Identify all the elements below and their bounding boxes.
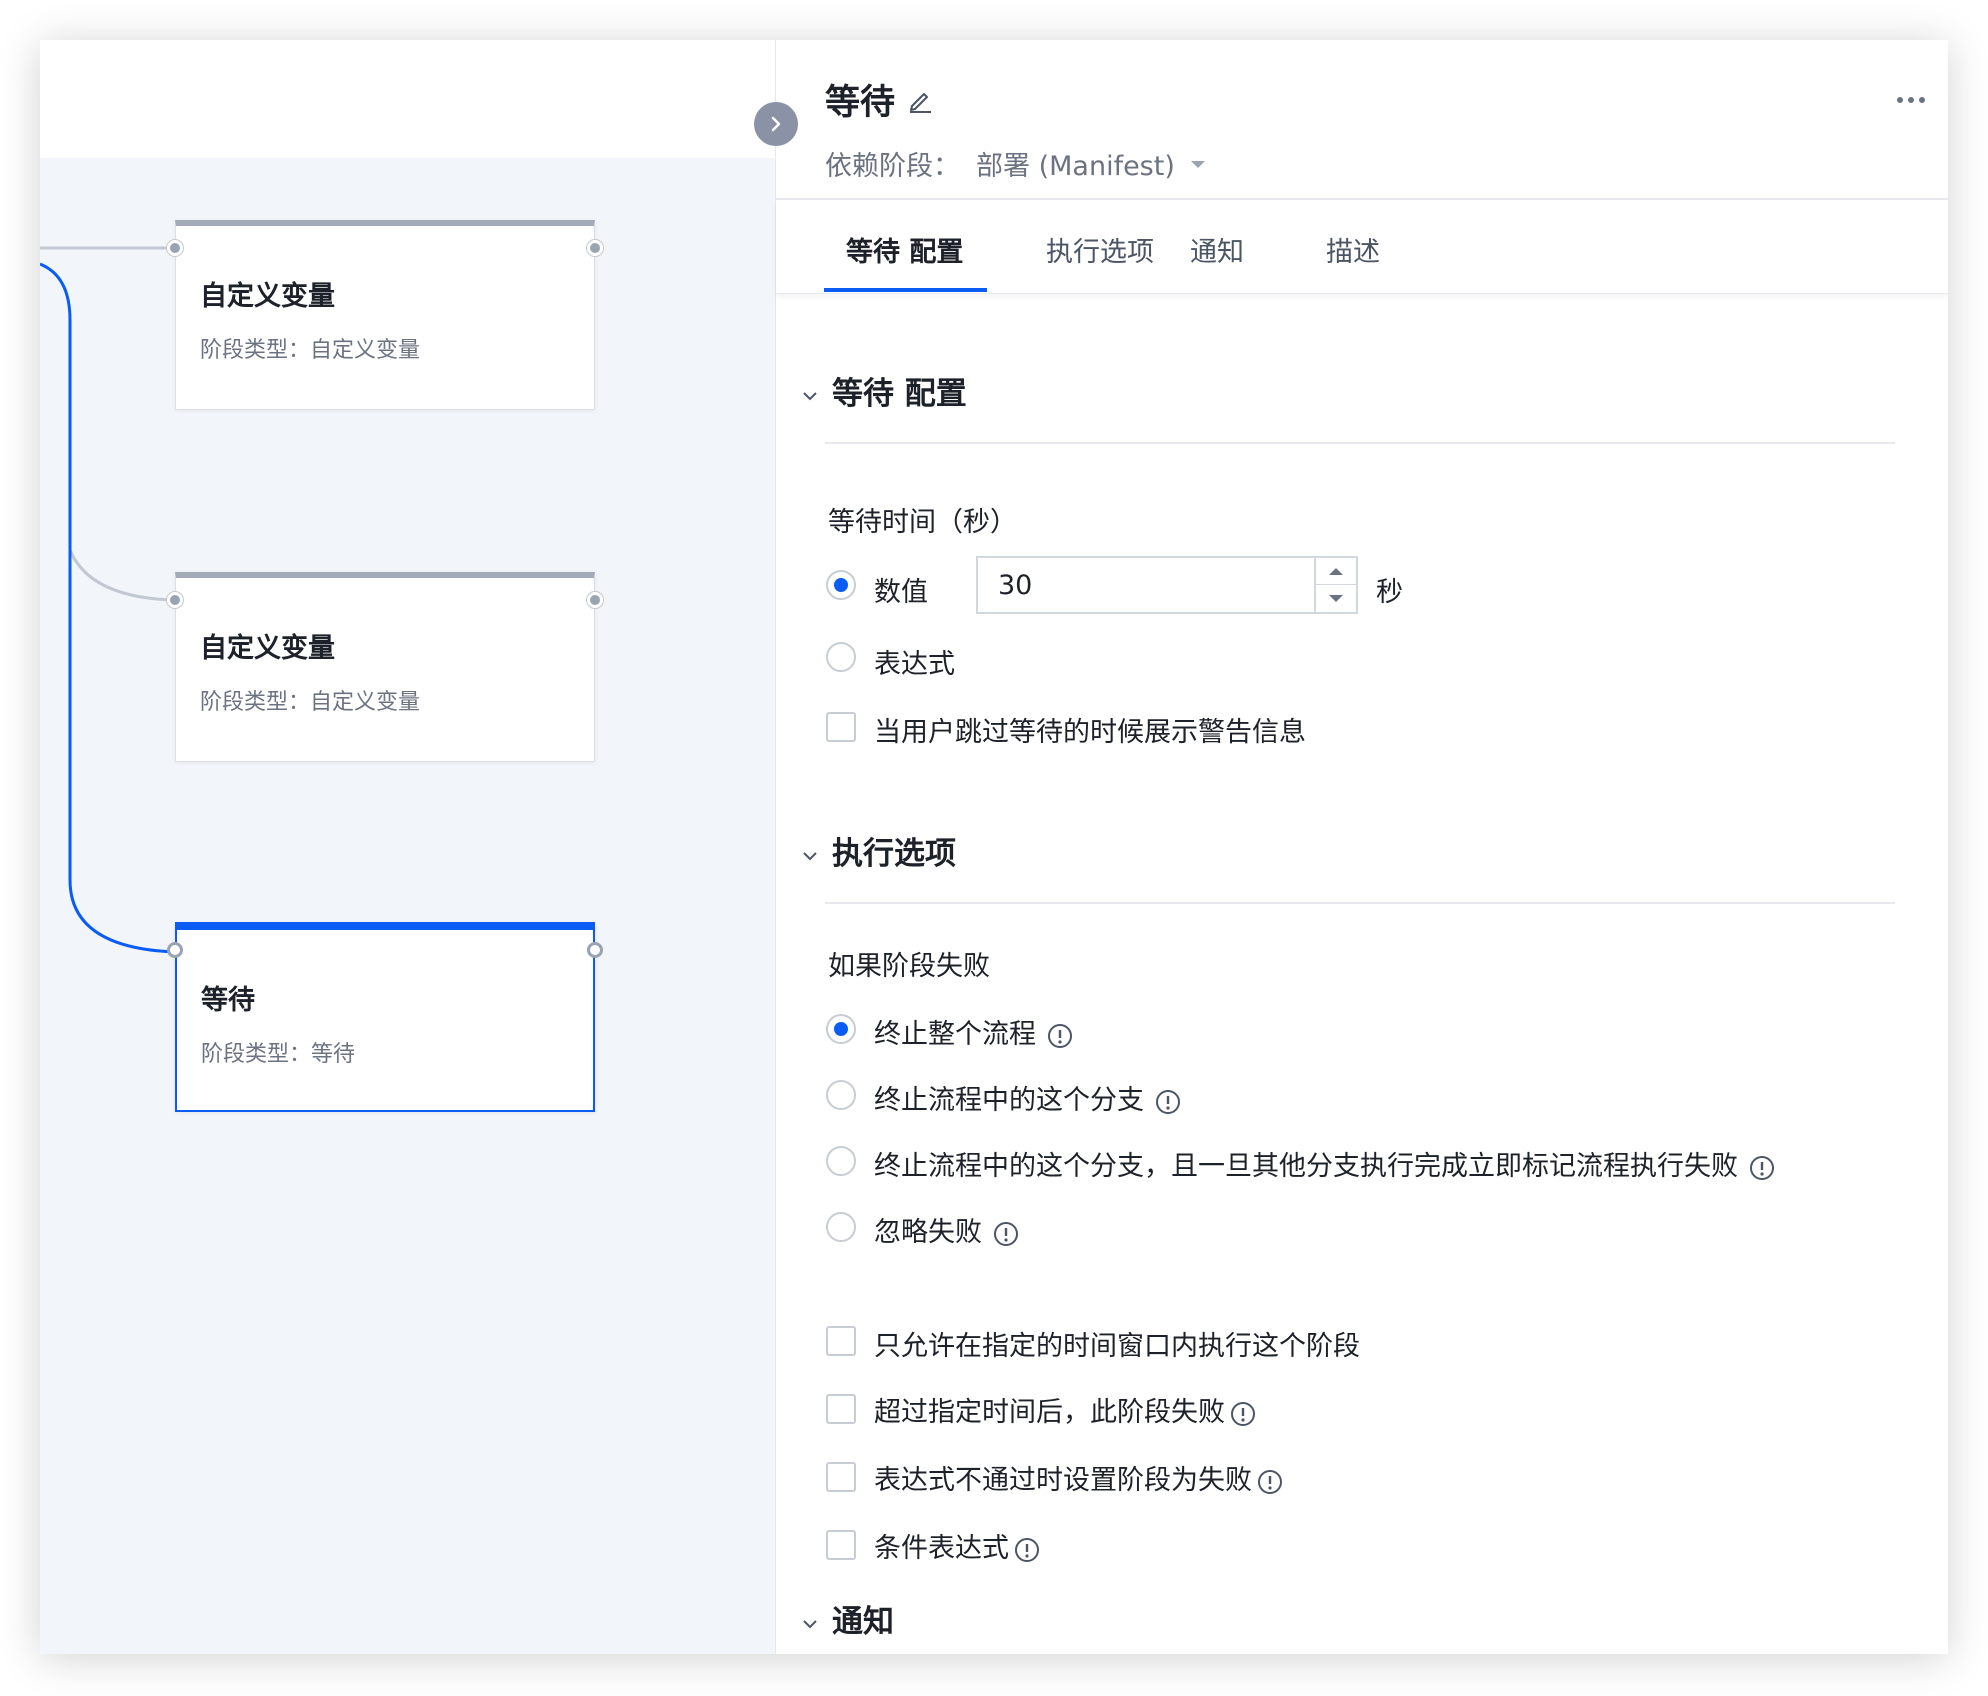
chevron-down-icon	[803, 1619, 817, 1628]
radio-number[interactable]	[826, 570, 856, 600]
info-icon[interactable]	[1229, 1400, 1257, 1428]
node-type: 阶段类型：自定义变量	[200, 684, 420, 716]
dependency-label: 依赖阶段：	[825, 151, 960, 182]
stage-node-wait[interactable]: 等待 阶段类型：等待	[167, 922, 603, 1112]
radio-expression-label: 表达式	[874, 649, 955, 680]
more-options-icon[interactable]	[1896, 94, 1926, 106]
node-type: 阶段类型：等待	[201, 1036, 355, 1068]
stage-node-custom-variable-2[interactable]: 自定义变量 阶段类型：自定义变量	[167, 572, 603, 762]
section-title: 通知	[832, 1604, 894, 1640]
output-port[interactable]	[587, 592, 603, 608]
input-port[interactable]	[167, 240, 183, 256]
radio-number-label: 数值	[874, 577, 928, 608]
section-divider	[825, 902, 1895, 904]
node-title: 自定义变量	[200, 633, 335, 664]
expression-fail-label: 表达式不通过时设置阶段为失败	[874, 1465, 1252, 1496]
timeout-option: 超过指定时间后，此阶段失败	[874, 1390, 1257, 1429]
wait-unit: 秒	[1376, 577, 1403, 608]
condition-expression-option: 条件表达式	[874, 1526, 1041, 1565]
input-port[interactable]	[167, 592, 183, 608]
node-type-label: 阶段类型：	[201, 1042, 312, 1067]
caret-up-icon	[1329, 568, 1343, 575]
condition-expression-checkbox[interactable]	[826, 1530, 856, 1560]
tab-description[interactable]: 描述	[1326, 230, 1380, 269]
skip-warning-checkbox[interactable]	[826, 712, 856, 742]
number-stepper	[1314, 558, 1356, 612]
caret-down-icon[interactable]	[1190, 160, 1206, 170]
node-type-value: 等待	[311, 1042, 356, 1067]
fail-option-label: 终止流程中的这个分支	[874, 1085, 1144, 1116]
step-down-button[interactable]	[1316, 585, 1356, 612]
node-title: 等待	[201, 985, 255, 1016]
stage-config-panel: 等待 依赖阶段： 部署 (Manifest) 等待 配置 执行选项 通知 描述	[775, 40, 1948, 1654]
timeout-checkbox[interactable]	[826, 1394, 856, 1424]
info-icon[interactable]	[1748, 1154, 1776, 1182]
fail-option: 终止流程中的这个分支	[874, 1078, 1182, 1117]
collapse-panel-button[interactable]	[754, 102, 798, 146]
info-icon[interactable]	[1046, 1022, 1074, 1050]
active-tab-indicator	[824, 288, 987, 292]
node-type-label: 阶段类型：	[200, 690, 311, 715]
radio-fail-branch[interactable]	[826, 1080, 856, 1110]
edit-pencil-icon[interactable]	[906, 86, 934, 114]
tab-exec-options[interactable]: 执行选项	[1046, 230, 1154, 269]
radio-ignore-failure[interactable]	[826, 1212, 856, 1242]
node-type: 阶段类型：自定义变量	[200, 332, 420, 364]
expression-fail-checkbox[interactable]	[826, 1462, 856, 1492]
output-port[interactable]	[587, 942, 603, 958]
time-window-checkbox[interactable]	[826, 1326, 856, 1356]
stage-title: 等待	[825, 83, 896, 123]
edge-to-node-2	[68, 549, 176, 602]
fail-option-label: 终止整个流程	[874, 1019, 1036, 1050]
section-title: 执行选项	[832, 836, 956, 872]
node-type-value: 自定义变量	[310, 338, 421, 363]
stage-node-custom-variable-1[interactable]: 自定义变量 阶段类型：自定义变量	[167, 220, 603, 410]
radio-fail-pipeline[interactable]	[826, 1014, 856, 1044]
fail-option-label: 终止流程中的这个分支，且一旦其他分支执行完成立即标记流程执行失败	[874, 1151, 1738, 1182]
info-icon[interactable]	[1013, 1536, 1041, 1564]
fail-option-label: 忽略失败	[874, 1217, 982, 1248]
section-title: 等待 配置	[832, 376, 967, 412]
expression-fail-option: 表达式不通过时设置阶段为失败	[874, 1458, 1284, 1497]
wait-seconds-field[interactable]	[978, 558, 1312, 612]
node-title: 自定义变量	[200, 281, 335, 312]
info-icon[interactable]	[992, 1220, 1020, 1248]
wait-time-label: 等待时间（秒）	[828, 507, 1017, 538]
app-window: 自定义变量 阶段类型：自定义变量 自定义变量 阶段类型：自定义变量 等待 阶段类…	[40, 40, 1948, 1654]
chevron-down-icon	[803, 851, 817, 860]
info-icon[interactable]	[1154, 1088, 1182, 1116]
radio-expression[interactable]	[826, 642, 856, 672]
wait-seconds-input[interactable]	[976, 556, 1358, 614]
tab-notify[interactable]: 通知	[1190, 230, 1244, 269]
caret-down-icon	[1329, 594, 1343, 602]
radio-fail-branch-mark[interactable]	[826, 1146, 856, 1176]
node-type-value: 自定义变量	[310, 690, 421, 715]
section-exec-options[interactable]: 执行选项	[798, 828, 956, 873]
dependency-select[interactable]: 部署 (Manifest)	[976, 144, 1175, 183]
info-icon[interactable]	[1256, 1468, 1284, 1496]
condition-expression-label: 条件表达式	[874, 1533, 1009, 1564]
time-window-label: 只允许在指定的时间窗口内执行这个阶段	[874, 1331, 1360, 1362]
timeout-label: 超过指定时间后，此阶段失败	[874, 1397, 1225, 1428]
input-port[interactable]	[167, 942, 183, 958]
chevron-right-icon	[771, 116, 781, 132]
fail-option: 忽略失败	[874, 1210, 1020, 1249]
chevron-down-icon	[803, 391, 817, 400]
node-type-label: 阶段类型：	[200, 338, 311, 363]
output-port[interactable]	[587, 240, 603, 256]
config-tabs: 等待 配置 执行选项 通知 描述	[776, 200, 1948, 294]
panel-header: 等待 依赖阶段： 部署 (Manifest)	[776, 40, 1948, 200]
fail-behavior-label: 如果阶段失败	[828, 951, 990, 982]
edge-to-node-3	[40, 262, 176, 954]
section-notify[interactable]: 通知	[798, 1596, 894, 1641]
section-wait-config[interactable]: 等待 配置	[798, 368, 967, 413]
section-divider	[825, 442, 1895, 444]
pipeline-canvas: 自定义变量 阶段类型：自定义变量 自定义变量 阶段类型：自定义变量 等待 阶段类…	[40, 40, 775, 1654]
fail-option: 终止流程中的这个分支，且一旦其他分支执行完成立即标记流程执行失败	[874, 1144, 1776, 1183]
step-up-button[interactable]	[1316, 558, 1356, 585]
fail-option: 终止整个流程	[874, 1012, 1074, 1051]
tab-wait-config[interactable]: 等待 配置	[846, 230, 963, 269]
skip-warning-label: 当用户跳过等待的时候展示警告信息	[874, 717, 1306, 748]
